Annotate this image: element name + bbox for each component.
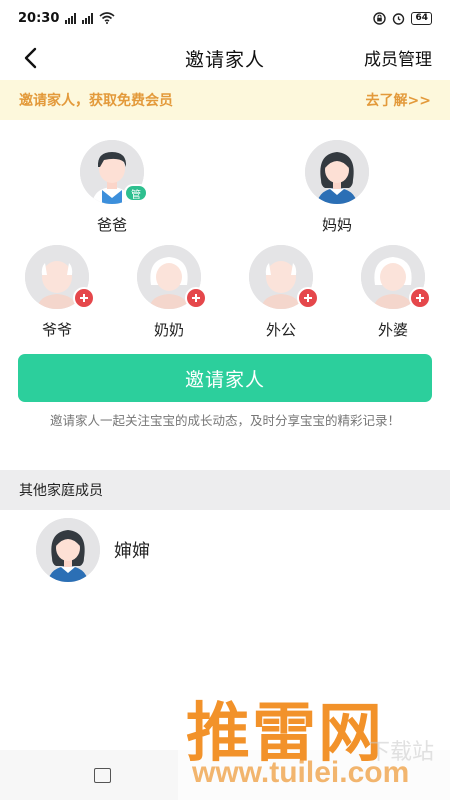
member-management-button[interactable]: 成员管理 — [364, 45, 432, 70]
banner-learn-more-link[interactable]: 去了解>> — [366, 90, 431, 110]
member-label: 外婆 — [377, 321, 408, 339]
member-mom[interactable]: 妈妈 — [292, 140, 382, 235]
member-dad[interactable]: 管 爸爸 — [67, 140, 157, 235]
member-label: 妈妈 — [321, 216, 352, 234]
plus-icon — [80, 294, 88, 302]
recent-apps-icon[interactable] — [94, 768, 111, 783]
signal-icon — [65, 12, 77, 24]
signal-icon — [82, 12, 94, 24]
member-label: 爷爷 — [41, 321, 72, 339]
avatar-wrap — [137, 245, 207, 309]
member-maternal-grandma[interactable]: 外婆 — [348, 245, 438, 340]
avatar-wrap: 管 — [80, 140, 148, 204]
nav-bar: 邀请家人 成员管理 — [0, 36, 450, 80]
add-member-badge[interactable] — [409, 287, 431, 309]
avatar-wrap — [25, 245, 95, 309]
avatar-wrap — [249, 245, 319, 309]
member-paternal-grandpa[interactable]: 爷爷 — [12, 245, 102, 340]
alarm-icon — [393, 12, 405, 25]
banner-text: 邀请家人，获取免费会员 — [19, 93, 173, 109]
member-paternal-grandma[interactable]: 奶奶 — [124, 245, 214, 340]
member-label: 奶奶 — [153, 321, 184, 339]
status-right: 64 — [373, 11, 432, 25]
member-label: 外公 — [265, 321, 296, 339]
add-member-badge[interactable] — [73, 287, 95, 309]
plus-icon — [416, 294, 424, 302]
add-member-badge[interactable] — [185, 287, 207, 309]
member-maternal-grandpa[interactable]: 外公 — [236, 245, 326, 340]
lock-icon — [373, 11, 387, 25]
promo-banner[interactable]: 邀请家人，获取免费会员 去了解>> — [0, 80, 450, 120]
avatar-wrap — [305, 140, 369, 204]
status-left: 20:30 — [18, 11, 115, 26]
watermark: 推雷网 下载站 www.tuilei.com — [178, 682, 450, 800]
other-member-row[interactable]: 婶婶 — [36, 518, 150, 582]
other-members-header: 其他家庭成员 — [0, 470, 450, 510]
invite-hint-text: 邀请家人一起关注宝宝的成长动态，及时分享宝宝的精彩记录！ — [49, 413, 400, 428]
mom-avatar-icon — [305, 140, 369, 204]
page-title: 邀请家人 — [184, 48, 265, 71]
plus-icon — [304, 294, 312, 302]
status-time: 20:30 — [18, 10, 60, 26]
aunt-avatar-icon — [36, 518, 100, 582]
avatar — [305, 140, 369, 204]
back-button[interactable] — [14, 42, 46, 74]
plus-icon — [192, 294, 200, 302]
add-member-badge[interactable] — [297, 287, 319, 309]
wifi-icon — [99, 12, 115, 24]
admin-badge: 管 — [124, 184, 148, 202]
other-member-name: 婶婶 — [114, 541, 150, 562]
member-label: 爸爸 — [96, 216, 127, 234]
back-arrow-icon — [24, 47, 37, 69]
invite-family-button[interactable]: 邀请家人 — [18, 354, 432, 402]
status-bar: 20:30 64 — [0, 0, 450, 36]
avatar-wrap — [361, 245, 431, 309]
battery-icon: 64 — [411, 11, 432, 25]
avatar — [36, 518, 100, 582]
watermark-url: www.tuilei.com — [192, 756, 410, 789]
